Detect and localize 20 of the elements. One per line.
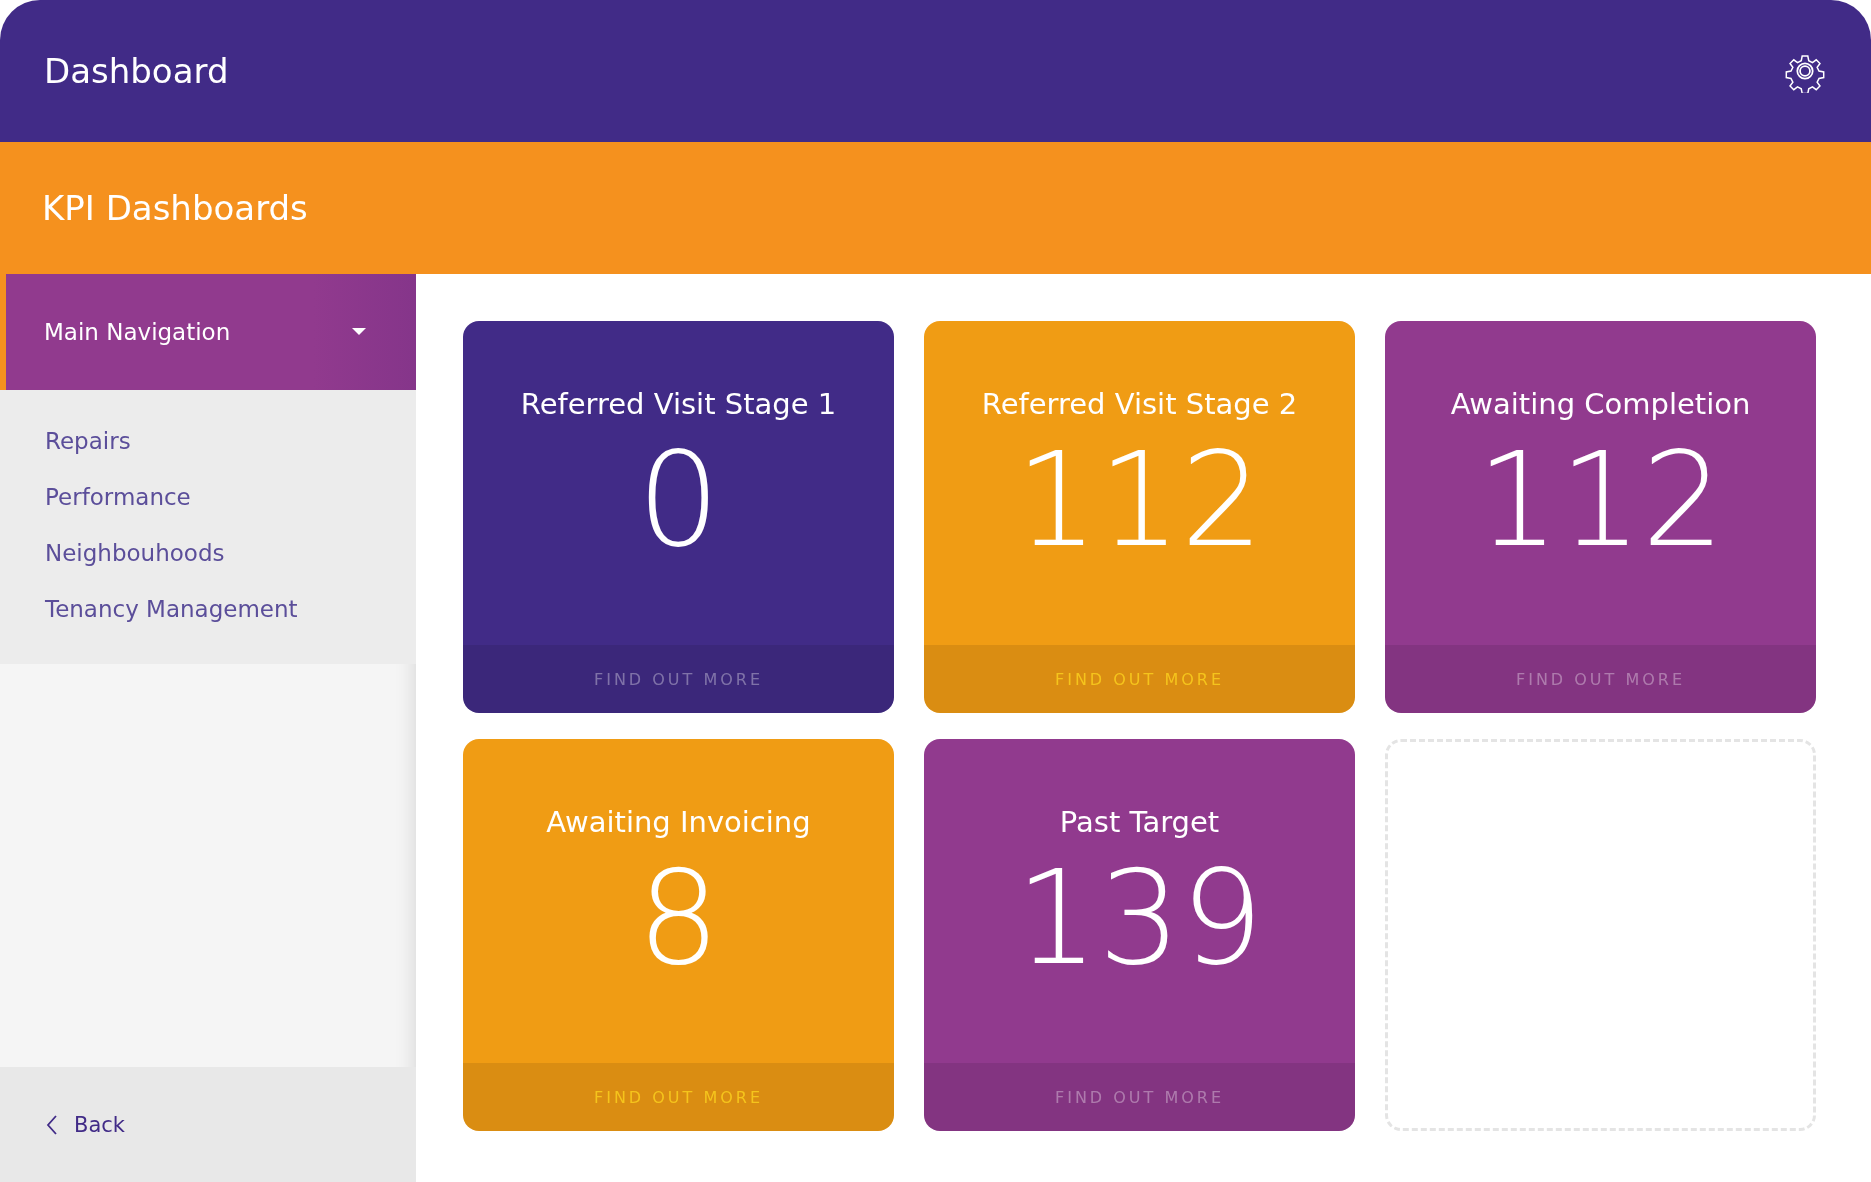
nav-dropdown[interactable]: Main Navigation bbox=[0, 274, 416, 390]
card-title: Referred Visit Stage 1 bbox=[520, 387, 837, 421]
menu-item[interactable]: Neighbouhoods bbox=[45, 540, 416, 566]
menu-item[interactable]: Performance bbox=[45, 484, 416, 510]
menu-item[interactable]: Repairs bbox=[45, 428, 416, 454]
chevron-left-icon bbox=[46, 1114, 58, 1135]
card-value: 0 bbox=[637, 435, 720, 565]
card-value: 8 bbox=[637, 853, 720, 983]
caret-icon bbox=[352, 328, 366, 336]
card-value: 112 bbox=[1476, 435, 1725, 565]
page-heading: KPI Dashboards bbox=[42, 188, 308, 228]
card-title: Past Target bbox=[1059, 805, 1220, 839]
card-value: 139 bbox=[1015, 853, 1264, 983]
card-value: 112 bbox=[1015, 435, 1264, 565]
window-title: Dashboard bbox=[44, 51, 229, 91]
back-link[interactable]: Back bbox=[46, 1112, 125, 1137]
card-title: Awaiting Invoicing bbox=[546, 805, 811, 839]
menu-item[interactable]: Tenancy Management bbox=[45, 596, 416, 622]
card-title: Awaiting Completion bbox=[1450, 387, 1751, 421]
card-title: Referred Visit Stage 2 bbox=[981, 387, 1298, 421]
